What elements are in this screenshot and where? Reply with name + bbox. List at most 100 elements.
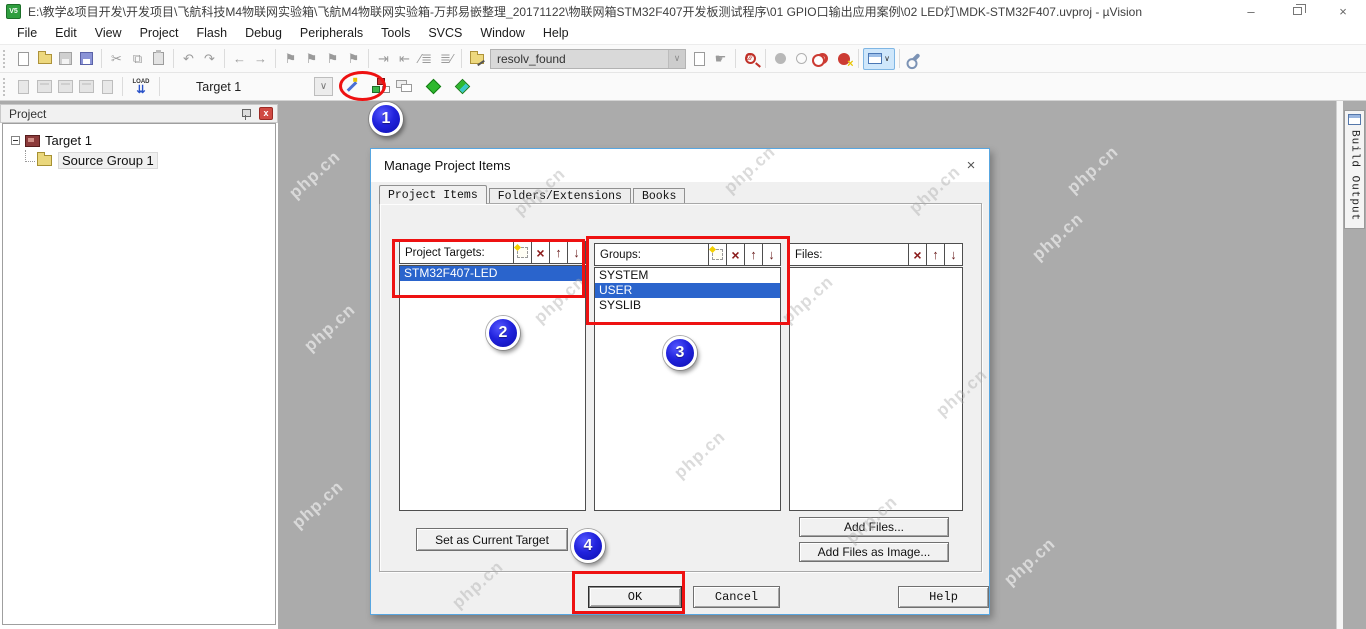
toggle-breakpoint-icon[interactable] [812, 48, 833, 69]
paste-icon[interactable] [148, 48, 169, 69]
translate-icon[interactable] [13, 76, 34, 97]
dialog-title-bar[interactable]: Manage Project Items × [371, 149, 989, 182]
cut-icon[interactable]: ✂ [106, 48, 127, 69]
batch-build-icon[interactable] [76, 76, 97, 97]
tree-item-target[interactable]: Target 1 [3, 130, 275, 150]
files-list[interactable] [789, 267, 963, 511]
menu-tools[interactable]: Tools [372, 22, 419, 44]
window-layout-button[interactable]: ∨ [863, 47, 895, 70]
menu-file[interactable]: File [8, 22, 46, 44]
download-icon[interactable]: LOAD ⇊ [127, 76, 155, 97]
tree-item-source-group[interactable]: Source Group 1 [3, 150, 275, 170]
menu-view[interactable]: View [86, 22, 131, 44]
menu-peripherals[interactable]: Peripherals [291, 22, 372, 44]
indent-icon[interactable]: ⇥ [373, 48, 394, 69]
find-in-files-icon[interactable] [689, 48, 710, 69]
annotation-badge-3: 3 [663, 336, 697, 370]
menu-debug[interactable]: Debug [236, 22, 291, 44]
uncomment-icon[interactable]: ≣∕ [436, 48, 457, 69]
move-file-down-button[interactable]: ↓ [944, 244, 962, 265]
uvision-window: V5 E:\教学&项目开发\开发项目\飞航科技M4物联网实验箱\飞航M4物联网实… [0, 0, 1366, 629]
move-file-up-button[interactable]: ↑ [926, 244, 944, 265]
annotation-badge-2: 2 [486, 316, 520, 350]
files-label: Files: [795, 248, 823, 261]
menu-bar: File Edit View Project Flash Debug Perip… [0, 22, 1366, 44]
menu-edit[interactable]: Edit [46, 22, 86, 44]
configure-find-icon[interactable] [466, 48, 487, 69]
breakpoint-empty-icon[interactable] [791, 48, 812, 69]
next-bookmark-icon[interactable]: ⚑ [322, 48, 343, 69]
collapse-icon[interactable] [11, 135, 20, 145]
add-files-button[interactable]: Add Files... [799, 517, 949, 537]
comment-icon[interactable]: ∕≣ [415, 48, 436, 69]
app-icon: V5 [6, 3, 21, 19]
build-icon[interactable] [34, 76, 55, 97]
project-panel-close-button[interactable]: x [259, 107, 273, 120]
layout-dropdown-icon[interactable]: ∨ [884, 54, 890, 63]
rebuild-icon[interactable] [55, 76, 76, 97]
add-files-as-image-button[interactable]: Add Files as Image... [799, 542, 949, 562]
menu-svcs[interactable]: SVCS [419, 22, 471, 44]
find-combo[interactable]: resolv_found ∨ [490, 48, 686, 69]
annotation-rect-groups [586, 236, 790, 325]
tree-item-source-group-label: Source Group 1 [58, 151, 158, 169]
annotation-rect-ok [572, 571, 685, 614]
set-as-current-target-button[interactable]: Set as Current Target [416, 528, 568, 551]
pack-installer-icon[interactable] [452, 76, 473, 97]
help-button[interactable]: Help [898, 586, 989, 608]
build-output-label: Build Output [1348, 130, 1361, 222]
files-header: Files: × ↑ ↓ [789, 243, 963, 266]
redo-icon[interactable]: ↷ [199, 48, 220, 69]
target-dropdown-icon[interactable]: ∨ [314, 77, 333, 96]
folder-icon [37, 151, 52, 166]
menu-window[interactable]: Window [471, 22, 533, 44]
multi-project-icon[interactable] [394, 76, 415, 97]
find-combo-dropdown-icon[interactable]: ∨ [668, 49, 685, 68]
tab-folders-extensions[interactable]: Folders/Extensions [488, 188, 631, 204]
restore-button[interactable] [1274, 0, 1320, 22]
insert-bookmark-icon[interactable]: ⚑ [280, 48, 301, 69]
project-targets-list[interactable]: STM32F407-LED [399, 265, 586, 511]
stop-build-icon[interactable] [97, 76, 118, 97]
build-toolbar: LOAD ⇊ Target 1 ∨ [0, 72, 1366, 101]
tab-project-items[interactable]: Project Items [379, 185, 487, 204]
prev-bookmark-icon[interactable]: ⚑ [301, 48, 322, 69]
save-icon[interactable] [55, 48, 76, 69]
project-panel: Project x Target 1 Source Group 1 [0, 104, 278, 629]
undo-icon[interactable]: ↶ [178, 48, 199, 69]
annotation-badge-4: 4 [571, 529, 605, 563]
find-symbol-icon[interactable]: @ [740, 48, 761, 69]
target-select[interactable]: Target 1 ∨ [196, 77, 333, 96]
close-button[interactable]: × [1320, 0, 1366, 22]
annotation-ellipse-manage-items [339, 71, 386, 101]
debug-session-icon[interactable] [770, 48, 791, 69]
build-output-tab[interactable]: Build Output [1344, 110, 1365, 229]
menu-flash[interactable]: Flash [187, 22, 236, 44]
unindent-icon[interactable]: ⇤ [394, 48, 415, 69]
toolbar-grip[interactable] [3, 49, 8, 68]
open-file-icon[interactable] [34, 48, 55, 69]
clear-bookmarks-icon[interactable]: ⚑ [343, 48, 364, 69]
pin-icon[interactable] [241, 108, 251, 120]
navigate-forward-icon[interactable]: → [250, 48, 271, 69]
minimize-button[interactable]: – [1228, 0, 1274, 22]
save-all-icon[interactable] [76, 48, 97, 69]
configure-tools-icon[interactable] [904, 48, 925, 69]
delete-file-button[interactable]: × [908, 244, 926, 265]
annotation-badge-1: 1 [369, 102, 403, 136]
manage-rte-icon[interactable] [423, 76, 444, 97]
dialog-close-button[interactable]: × [962, 156, 980, 174]
kill-breakpoints-icon[interactable] [833, 48, 854, 70]
build-output-icon [1348, 114, 1361, 125]
annotation-rect-project-targets [392, 239, 585, 298]
cancel-button[interactable]: Cancel [693, 586, 780, 608]
toolbar-grip[interactable] [3, 77, 8, 96]
tab-books[interactable]: Books [632, 188, 686, 204]
copy-icon[interactable]: ⧉ [127, 48, 148, 69]
menu-help[interactable]: Help [534, 22, 578, 44]
menu-project[interactable]: Project [131, 22, 188, 44]
new-file-icon[interactable] [13, 48, 34, 69]
navigate-back-icon[interactable]: ← [229, 48, 250, 69]
grab-icon[interactable]: ☛ [710, 48, 731, 69]
window-title: E:\教学&项目开发\开发项目\飞航科技M4物联网实验箱\飞航M4物联网实验箱-… [28, 4, 1143, 19]
